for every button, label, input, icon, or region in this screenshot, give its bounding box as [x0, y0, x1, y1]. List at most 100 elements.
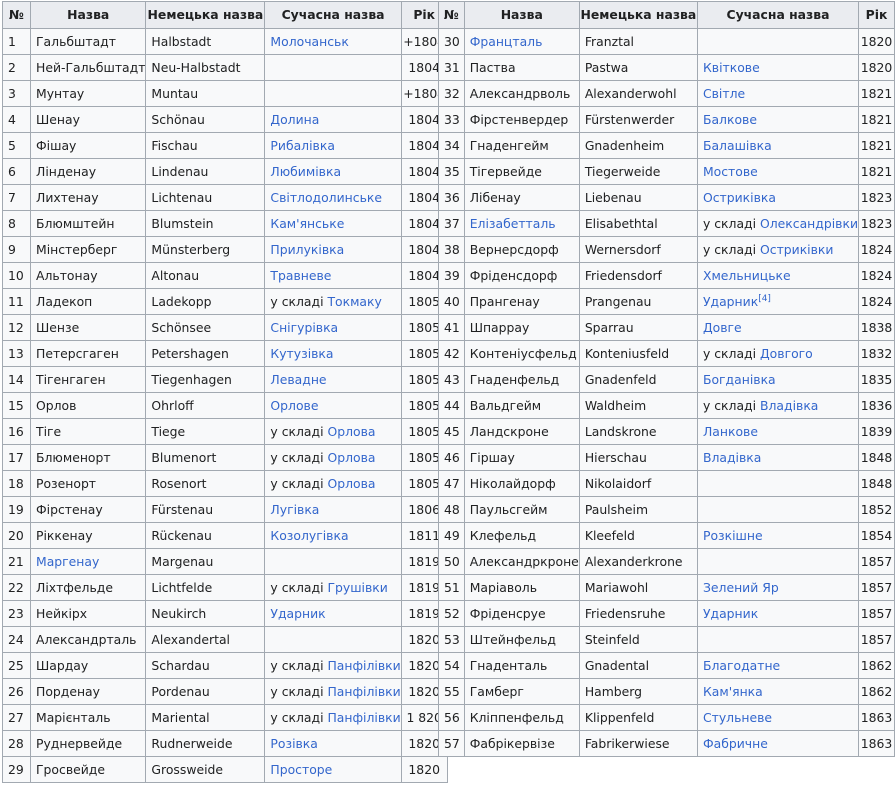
- modern-name-link[interactable]: Панфілівки: [327, 710, 400, 725]
- modern-name-link[interactable]: Снігурівка: [270, 320, 338, 335]
- modern-name-link[interactable]: Ударник: [270, 606, 325, 621]
- row-number: 39: [438, 262, 465, 289]
- header-german-name[interactable]: Немецька назва: [578, 1, 698, 29]
- header-num[interactable]: №: [438, 1, 465, 29]
- cell-modern-name: Хмельницьке: [696, 262, 860, 289]
- modern-name-link[interactable]: Балашівка: [703, 138, 772, 153]
- modern-name-link[interactable]: Панфілівки: [327, 684, 400, 699]
- modern-name-link[interactable]: Просторе: [270, 762, 332, 777]
- table-row: 17 Блюменорт Blumenort у складі Орлова 1805: [2, 444, 448, 471]
- cell-modern-name: [696, 470, 860, 497]
- table-row: 22 Ліхтфельде Lichtfelde у складі Грушівки 1…: [2, 574, 448, 601]
- modern-name-link[interactable]: Кам'янське: [270, 216, 344, 231]
- header-year[interactable]: Рік: [858, 1, 895, 29]
- modern-name-link[interactable]: Рибалівка: [270, 138, 335, 153]
- modern-name-link[interactable]: Молочанськ: [270, 34, 348, 49]
- modern-name-link[interactable]: Орлова: [327, 424, 375, 439]
- modern-name-link[interactable]: Долина: [270, 112, 319, 127]
- header-name[interactable]: Назва: [463, 1, 580, 29]
- modern-name-link[interactable]: Благодатне: [703, 658, 780, 673]
- reference-link[interactable]: [4]: [758, 294, 771, 304]
- german-name: Lichtenau: [145, 184, 266, 211]
- header-name[interactable]: Назва: [29, 1, 147, 29]
- german-name: Ohrloff: [145, 392, 266, 419]
- settlement-name: Фабрікервізе: [469, 736, 555, 751]
- header-modern-name[interactable]: Сучасна назва: [264, 1, 402, 29]
- settlement-name: Прангенау: [469, 294, 540, 309]
- modern-name-link[interactable]: Владівка: [703, 450, 761, 465]
- modern-name-link[interactable]: Розівка: [270, 736, 317, 751]
- settlement-name: Шензе: [36, 320, 80, 335]
- modern-name-link[interactable]: Кам'янка: [703, 684, 763, 699]
- cell-name: Гнаденгейм: [463, 132, 580, 159]
- modern-name-link[interactable]: Довге: [703, 320, 742, 335]
- modern-name-link[interactable]: Фабричне: [703, 736, 768, 751]
- modern-name-prefix: у складі: [270, 476, 328, 491]
- row-number: 34: [438, 132, 465, 159]
- modern-name-link[interactable]: Мостове: [703, 164, 758, 179]
- row-number: 13: [2, 340, 31, 367]
- settlement-name-link[interactable]: Маргенау: [36, 554, 99, 569]
- cell-modern-name: у складі Панфілівки: [264, 678, 402, 705]
- cell-modern-name: у складі Грушівки: [264, 574, 402, 601]
- cell-name: Ніколайдорф: [463, 470, 580, 497]
- row-number: 28: [2, 730, 31, 757]
- modern-name-link[interactable]: Світлодолинське: [270, 190, 382, 205]
- modern-name-link[interactable]: Ланкове: [703, 424, 758, 439]
- modern-name-link[interactable]: Балкове: [703, 112, 757, 127]
- modern-name-link[interactable]: Прилуківка: [270, 242, 344, 257]
- modern-name-link[interactable]: Владівка: [760, 398, 818, 413]
- modern-name-link[interactable]: Ударник: [703, 294, 758, 309]
- founding-year: 1821: [858, 132, 895, 159]
- settlement-name: Гросвейде: [36, 762, 105, 777]
- header-german-name[interactable]: Немецька назва: [145, 1, 266, 29]
- modern-name-link[interactable]: Хмельницьке: [703, 268, 791, 283]
- founding-year: 1832: [858, 340, 895, 367]
- modern-name-link[interactable]: Токмаку: [327, 294, 381, 309]
- modern-name-link[interactable]: Кутузівка: [270, 346, 333, 361]
- settlement-name: Гнаденфельд: [469, 372, 560, 387]
- modern-name-link[interactable]: Олександрівки: [760, 216, 857, 231]
- settlement-name-link[interactable]: Францталь: [470, 34, 543, 49]
- table-body-left: 1 Гальбштадт Halbstadt Молочанськ +1804 2 Ней-…: [2, 28, 448, 783]
- modern-name-link[interactable]: Орлова: [327, 450, 375, 465]
- modern-name-link[interactable]: Левадне: [270, 372, 326, 387]
- row-number: 42: [438, 340, 465, 367]
- modern-name-link[interactable]: Зелений Яр: [703, 580, 779, 595]
- modern-name-link[interactable]: Козолугівка: [270, 528, 348, 543]
- cell-modern-name: Просторе: [264, 756, 402, 783]
- modern-name-link[interactable]: Грушівки: [327, 580, 387, 595]
- settlement-name: Ніколайдорф: [469, 476, 556, 491]
- cell-modern-name: Богданівка: [696, 366, 860, 393]
- modern-name-link[interactable]: Орлове: [270, 398, 318, 413]
- row-number: 32: [438, 80, 465, 107]
- modern-name-link[interactable]: Стульневе: [703, 710, 772, 725]
- modern-name-link[interactable]: Травневе: [270, 268, 331, 283]
- header-modern-name[interactable]: Сучасна назва: [696, 1, 860, 29]
- modern-name-link[interactable]: Лугівка: [270, 502, 319, 517]
- cell-name: Ладекоп: [29, 288, 147, 315]
- header-num[interactable]: №: [2, 1, 31, 29]
- modern-name-link[interactable]: Любимівка: [270, 164, 341, 179]
- cell-name: Лінденау: [29, 158, 147, 185]
- cell-name: Александркроне: [463, 548, 580, 575]
- modern-name-link[interactable]: Богданівка: [703, 372, 776, 387]
- modern-name-link[interactable]: Панфілівки: [327, 658, 400, 673]
- german-name: Fabrikerwiese: [578, 730, 698, 757]
- modern-name-link[interactable]: Розкішне: [703, 528, 763, 543]
- modern-name-link[interactable]: Ударник: [703, 606, 758, 621]
- cell-name: Фішау: [29, 132, 147, 159]
- row-number: 54: [438, 652, 465, 679]
- modern-name-link[interactable]: Світле: [703, 86, 745, 101]
- cell-modern-name: Розівка: [264, 730, 402, 757]
- modern-name-link[interactable]: Остриківки: [760, 242, 833, 257]
- modern-name-link[interactable]: Остриківка: [703, 190, 776, 205]
- founding-year: 1823: [858, 184, 895, 211]
- modern-name-link[interactable]: Довгого: [760, 346, 813, 361]
- settlement-name-link[interactable]: Елізабетталь: [470, 216, 556, 231]
- row-number: 17: [2, 444, 31, 471]
- cell-modern-name: Лугівка: [264, 496, 402, 523]
- row-number: 16: [2, 418, 31, 445]
- modern-name-link[interactable]: Орлова: [327, 476, 375, 491]
- modern-name-link[interactable]: Квіткове: [703, 60, 760, 75]
